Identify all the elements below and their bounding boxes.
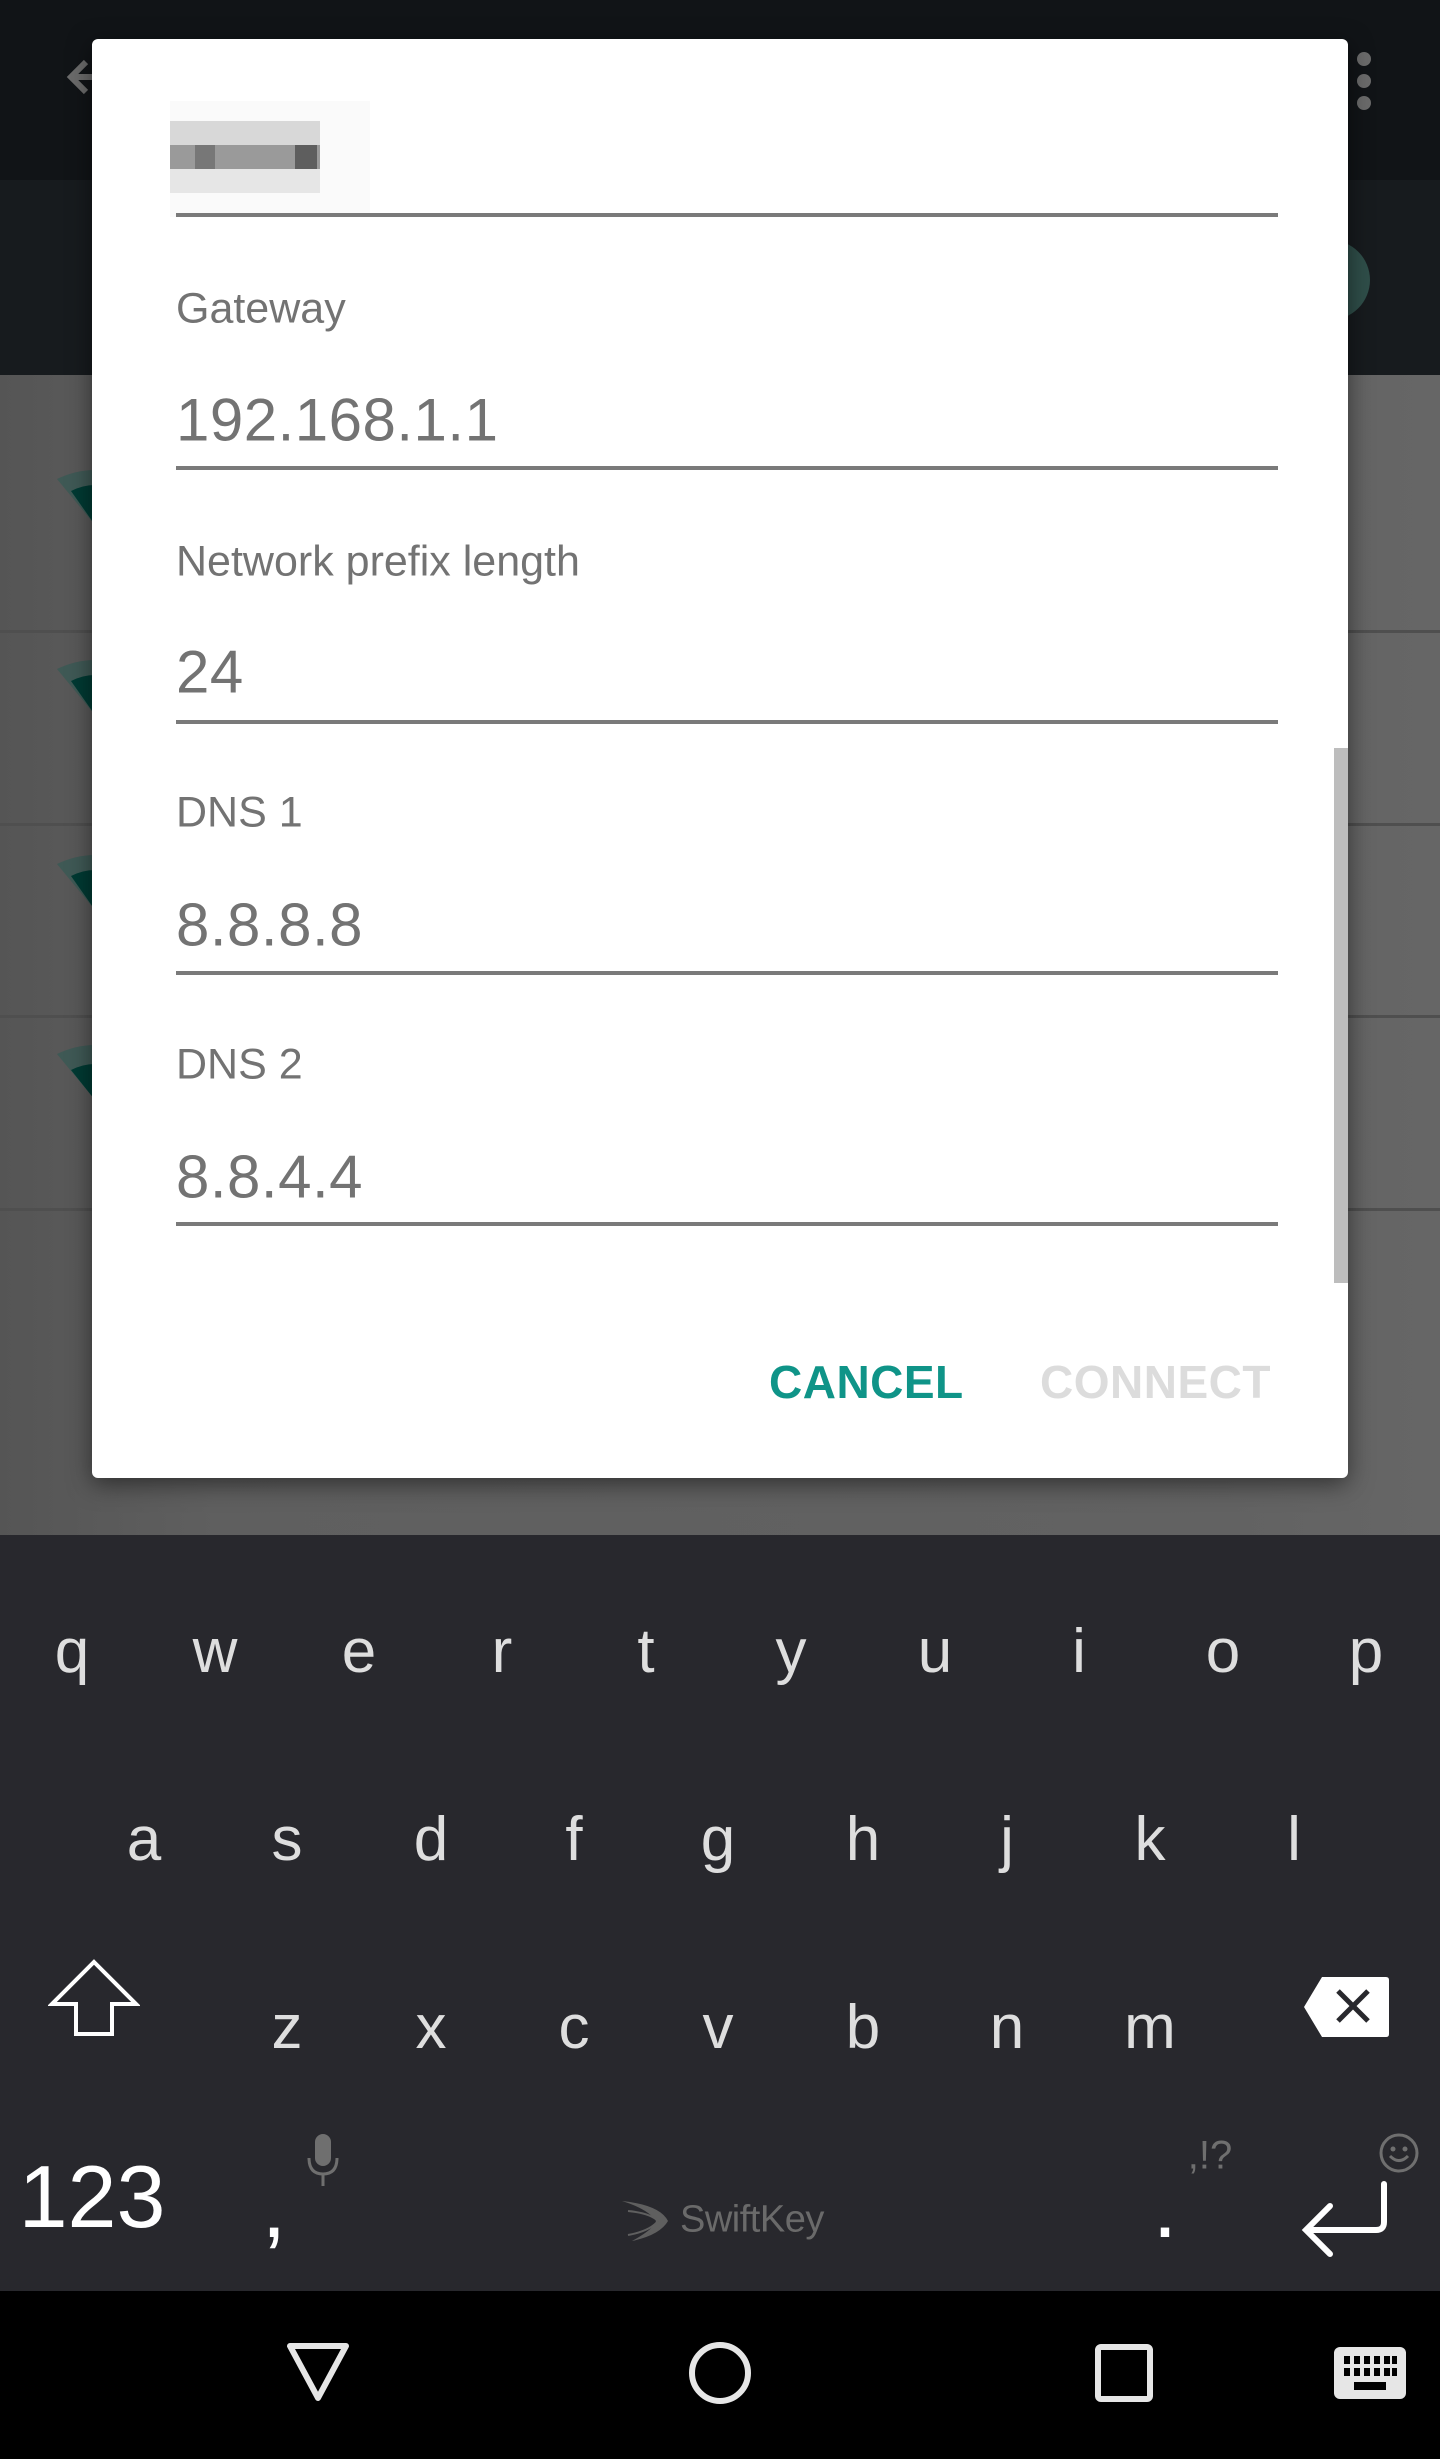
obscured-field-value[interactable] xyxy=(170,101,370,217)
swiftkey-keyboard: q w e r t y u i o p a s d f g h j k l z x c v b n m 123 , SwiftKe… xyxy=(0,1535,1440,2291)
home-nav-icon[interactable] xyxy=(688,2341,752,2405)
key-u[interactable]: u xyxy=(918,1621,952,1683)
key-j[interactable]: j xyxy=(1000,1809,1014,1871)
key-t[interactable]: t xyxy=(637,1621,654,1683)
system-nav-bar xyxy=(0,2291,1440,2459)
key-k[interactable]: k xyxy=(1135,1809,1166,1871)
key-g[interactable]: g xyxy=(701,1809,735,1871)
key-v[interactable]: v xyxy=(703,1997,734,2059)
key-y[interactable]: y xyxy=(776,1621,807,1683)
key-i[interactable]: i xyxy=(1072,1621,1086,1683)
key-s[interactable]: s xyxy=(272,1809,303,1871)
shift-icon[interactable] xyxy=(48,1958,140,2038)
connect-button[interactable]: CONNECT xyxy=(1040,1359,1271,1405)
key-c[interactable]: c xyxy=(559,1997,590,2059)
comma-key[interactable]: , xyxy=(262,2163,286,2251)
prefix-length-label: Network prefix length xyxy=(176,537,580,586)
key-e[interactable]: e xyxy=(342,1621,376,1683)
key-l[interactable]: l xyxy=(1287,1809,1301,1871)
dns2-input[interactable] xyxy=(176,1142,1276,1212)
static-ip-dialog: Gateway Network prefix length DNS 1 DNS … xyxy=(92,39,1348,1478)
dns1-label: DNS 1 xyxy=(176,788,303,837)
dns2-label: DNS 2 xyxy=(176,1040,303,1089)
key-o[interactable]: o xyxy=(1206,1621,1240,1683)
emoji-icon[interactable] xyxy=(1378,2132,1420,2174)
key-z[interactable]: z xyxy=(272,1997,303,2059)
swiftkey-brand: SwiftKey xyxy=(680,2198,824,2241)
backspace-icon[interactable] xyxy=(1302,1975,1390,2039)
key-n[interactable]: n xyxy=(990,1997,1024,2059)
key-p[interactable]: p xyxy=(1349,1621,1383,1683)
field-underline xyxy=(176,466,1278,470)
recents-nav-icon[interactable] xyxy=(1094,2343,1154,2403)
field-underline xyxy=(176,971,1278,975)
key-w[interactable]: w xyxy=(193,1621,238,1683)
punctuation-hint: ,!? xyxy=(1187,2133,1233,2178)
enter-icon[interactable] xyxy=(1300,2180,1392,2260)
overflow-menu-icon[interactable] xyxy=(1350,52,1378,112)
key-r[interactable]: r xyxy=(492,1621,513,1683)
key-d[interactable]: d xyxy=(414,1809,448,1871)
field-underline xyxy=(176,720,1278,724)
gateway-label: Gateway xyxy=(176,284,346,333)
keyboard-switcher-icon[interactable] xyxy=(1334,2347,1406,2399)
gateway-input[interactable] xyxy=(176,385,1276,455)
numbers-key[interactable]: 123 xyxy=(19,2153,166,2241)
key-x[interactable]: x xyxy=(416,1997,447,2059)
key-f[interactable]: f xyxy=(565,1809,582,1871)
dns1-input[interactable] xyxy=(176,890,1276,960)
back-nav-icon[interactable] xyxy=(285,2341,351,2403)
key-h[interactable]: h xyxy=(846,1809,880,1871)
key-b[interactable]: b xyxy=(846,1997,880,2059)
key-a[interactable]: a xyxy=(127,1809,161,1871)
dialog-scrollbar[interactable] xyxy=(1334,748,1348,1283)
key-m[interactable]: m xyxy=(1124,1997,1176,2059)
field-underline xyxy=(176,1222,1278,1226)
key-q[interactable]: q xyxy=(55,1621,89,1683)
microphone-icon[interactable] xyxy=(305,2132,341,2188)
field-underline xyxy=(176,213,1278,217)
prefix-length-input[interactable] xyxy=(176,637,1276,707)
period-key[interactable]: . xyxy=(1153,2163,1177,2251)
cancel-button[interactable]: CANCEL xyxy=(769,1359,964,1405)
